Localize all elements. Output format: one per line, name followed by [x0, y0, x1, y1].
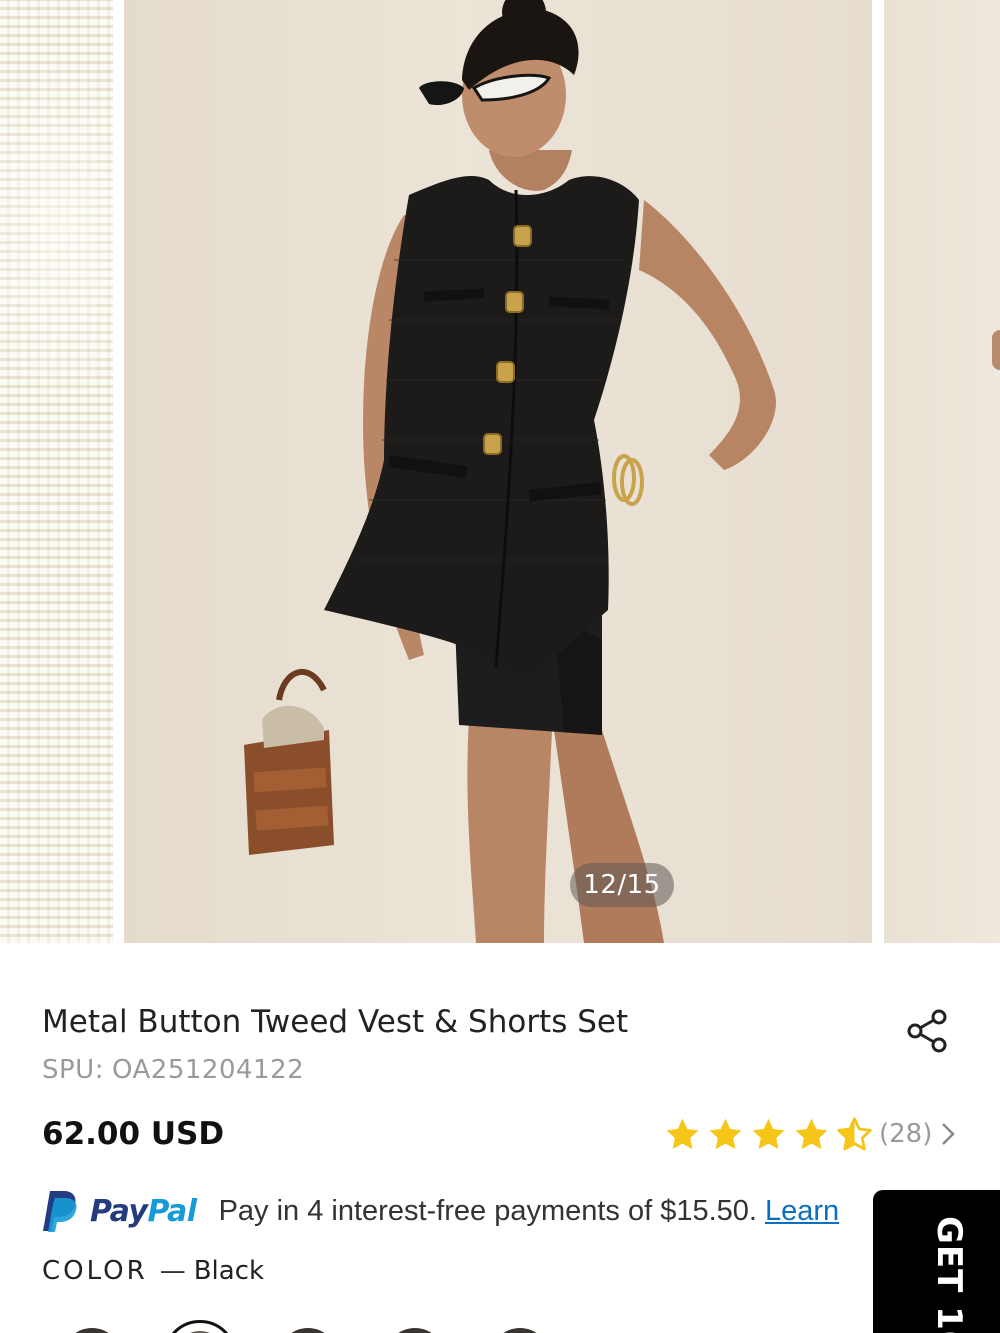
gallery-slide-next[interactable]	[884, 0, 1000, 943]
color-swatches	[0, 1318, 1000, 1333]
selected-color-value: Black	[193, 1256, 265, 1286]
rating-summary[interactable]: (28)	[664, 1114, 956, 1154]
gallery-slide-current[interactable]: 12/15	[124, 0, 872, 943]
color-swatch-selected[interactable]	[163, 1320, 237, 1333]
color-swatch[interactable]	[385, 1328, 445, 1333]
review-count: (28)	[879, 1119, 933, 1149]
product-photo	[244, 0, 776, 943]
paypal-message: Pay in 4 interest-free payments of $15.5…	[218, 1194, 757, 1227]
color-swatch[interactable]	[490, 1328, 550, 1333]
star-icon	[709, 1118, 742, 1149]
promo-side-tab[interactable]: GET 10	[873, 1190, 1000, 1333]
star-icon	[752, 1118, 785, 1149]
paypal-wordmark: PayPal	[90, 1194, 197, 1229]
spu-label: SPU:	[42, 1055, 104, 1085]
star-half-icon	[837, 1116, 872, 1150]
product-price: 62.00 USD	[42, 1116, 225, 1152]
color-label: COLOR	[42, 1256, 148, 1286]
star-icon	[666, 1118, 699, 1149]
paypal-wordmark-pal: Pal	[147, 1193, 197, 1229]
color-selector-label: COLOR — Black	[42, 1256, 264, 1286]
color-swatch[interactable]	[278, 1328, 338, 1333]
color-swatch[interactable]	[62, 1328, 122, 1333]
image-gallery[interactable]: 12/15	[0, 0, 1000, 943]
image-counter: 12/15	[570, 863, 674, 907]
chevron-right-icon	[942, 1123, 956, 1145]
spu-value: OA251204122	[111, 1055, 305, 1085]
gallery-slide-previous[interactable]	[0, 0, 113, 943]
rating-stars	[664, 1116, 873, 1153]
promo-text: GET 10	[929, 1216, 969, 1333]
paypal-wordmark-pay: Pay	[90, 1193, 148, 1229]
next-slide-preview	[992, 330, 1000, 370]
share-button[interactable]	[905, 1008, 951, 1054]
product-spu: SPU: OA251204122	[42, 1055, 304, 1085]
paypal-logo-icon	[43, 1191, 77, 1232]
share-icon	[907, 1009, 947, 1053]
paypal-learn-more-link[interactable]: Learn	[765, 1195, 839, 1228]
paypal-installments: PayPal Pay in 4 interest-free payments o…	[42, 1186, 839, 1236]
star-icon	[795, 1118, 828, 1149]
color-separator: —	[159, 1256, 186, 1286]
product-page: 12/15 Metal Button Tweed Vest & Shorts S…	[0, 0, 1000, 1333]
product-title: Metal Button Tweed Vest & Shorts Set	[42, 1004, 629, 1040]
paypal-logo: PayPal	[42, 1189, 197, 1233]
